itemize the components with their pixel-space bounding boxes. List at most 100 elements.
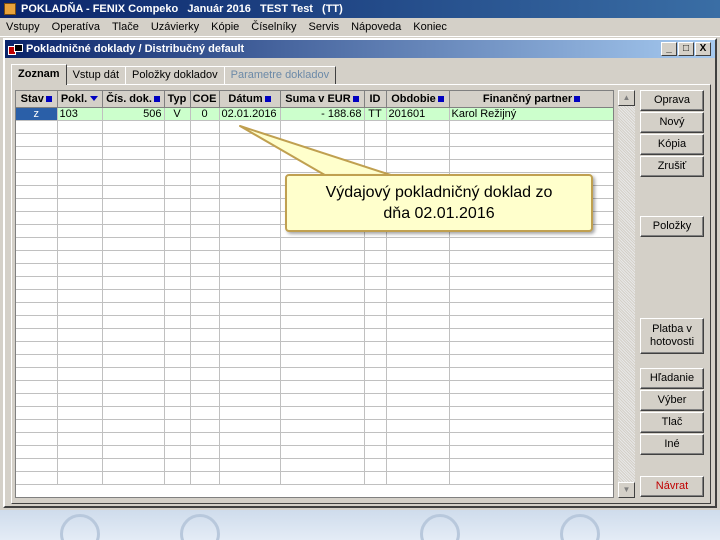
cell-empty[interactable] — [164, 432, 191, 446]
cell-empty[interactable] — [449, 328, 613, 342]
cell-empty[interactable] — [16, 341, 58, 355]
cell-empty[interactable] — [364, 250, 387, 264]
cell-empty[interactable] — [219, 146, 281, 160]
cell-empty[interactable] — [16, 471, 58, 485]
cell-empty[interactable] — [280, 432, 365, 446]
cell-empty[interactable] — [164, 146, 191, 160]
cell-empty[interactable] — [280, 133, 365, 147]
column-header-datum[interactable]: Dátum — [219, 91, 281, 108]
cell-empty[interactable] — [219, 276, 281, 290]
cell-empty[interactable] — [280, 159, 365, 173]
cell-empty[interactable] — [57, 419, 103, 433]
cell-empty[interactable] — [190, 120, 220, 134]
cell-empty[interactable] — [219, 419, 281, 433]
cell-empty[interactable] — [57, 133, 103, 147]
cell-empty[interactable] — [57, 406, 103, 420]
vyber-button[interactable]: Výber — [640, 390, 704, 411]
cell-empty[interactable] — [102, 185, 165, 199]
cell-empty[interactable] — [57, 432, 103, 446]
cell-empty[interactable] — [449, 432, 613, 446]
cell-empty[interactable] — [449, 458, 613, 472]
documents-grid[interactable]: Stav Pokl. Čís. dok. Typ COE Dátum Suma … — [15, 90, 614, 498]
cell-empty[interactable] — [57, 159, 103, 173]
cell-empty[interactable] — [219, 133, 281, 147]
cell-empty[interactable] — [16, 432, 58, 446]
cell-empty[interactable] — [219, 211, 281, 225]
cell-empty[interactable] — [280, 393, 365, 407]
table-row-empty[interactable] — [16, 263, 613, 277]
cell-partner[interactable]: Karol Režijný — [449, 107, 613, 121]
cell-empty[interactable] — [386, 354, 450, 368]
tab-zoznam[interactable]: Zoznam — [11, 64, 67, 85]
cell-empty[interactable] — [57, 471, 103, 485]
cell-empty[interactable] — [57, 250, 103, 264]
cell-empty[interactable] — [449, 406, 613, 420]
cell-empty[interactable] — [219, 315, 281, 329]
cell-suma[interactable]: - 188.68 — [280, 107, 365, 121]
cell-empty[interactable] — [57, 315, 103, 329]
cell-empty[interactable] — [57, 263, 103, 277]
cell-empty[interactable] — [364, 419, 387, 433]
column-header-obdobie[interactable]: Obdobie — [386, 91, 450, 108]
cell-empty[interactable] — [449, 133, 613, 147]
cell-empty[interactable] — [16, 380, 58, 394]
cell-empty[interactable] — [364, 237, 387, 251]
cell-empty[interactable] — [364, 146, 387, 160]
cell-empty[interactable] — [219, 380, 281, 394]
cell-empty[interactable] — [386, 250, 450, 264]
cell-empty[interactable] — [57, 302, 103, 316]
cell-empty[interactable] — [16, 185, 58, 199]
column-header-pokl[interactable]: Pokl. — [57, 91, 103, 108]
cell-empty[interactable] — [386, 432, 450, 446]
cell-empty[interactable] — [190, 276, 220, 290]
cell-empty[interactable] — [102, 263, 165, 277]
cell-empty[interactable] — [57, 237, 103, 251]
cell-empty[interactable] — [16, 276, 58, 290]
cell-empty[interactable] — [280, 146, 365, 160]
novy-button[interactable]: Nový — [640, 112, 704, 133]
cell-empty[interactable] — [364, 159, 387, 173]
cell-empty[interactable] — [219, 237, 281, 251]
cell-empty[interactable] — [190, 367, 220, 381]
cell-empty[interactable] — [164, 185, 191, 199]
cell-empty[interactable] — [280, 341, 365, 355]
hladanie-button[interactable]: Hľadanie — [640, 368, 704, 389]
cell-datum[interactable]: 02.01.2016 — [219, 107, 281, 121]
table-row-empty[interactable] — [16, 393, 613, 407]
cell-empty[interactable] — [16, 393, 58, 407]
cell-empty[interactable] — [190, 445, 220, 459]
cell-empty[interactable] — [102, 367, 165, 381]
cell-empty[interactable] — [16, 159, 58, 173]
cell-empty[interactable] — [16, 445, 58, 459]
cell-id[interactable]: TT — [364, 107, 387, 121]
cell-empty[interactable] — [386, 471, 450, 485]
cell-empty[interactable] — [364, 432, 387, 446]
cell-empty[interactable] — [102, 458, 165, 472]
cell-empty[interactable] — [57, 445, 103, 459]
cell-empty[interactable] — [190, 406, 220, 420]
cell-empty[interactable] — [190, 159, 220, 173]
cell-empty[interactable] — [386, 393, 450, 407]
cell-empty[interactable] — [190, 302, 220, 316]
cell-empty[interactable] — [102, 198, 165, 212]
cell-empty[interactable] — [102, 133, 165, 147]
cell-pokl[interactable]: 103 — [57, 107, 103, 121]
cell-empty[interactable] — [449, 380, 613, 394]
cell-empty[interactable] — [364, 328, 387, 342]
cell-empty[interactable] — [16, 458, 58, 472]
cell-empty[interactable] — [280, 458, 365, 472]
vertical-scrollbar[interactable]: ▲ ▼ — [618, 90, 635, 498]
cell-empty[interactable] — [190, 419, 220, 433]
cell-empty[interactable] — [219, 445, 281, 459]
cell-empty[interactable] — [57, 276, 103, 290]
cell-empty[interactable] — [164, 367, 191, 381]
cell-empty[interactable] — [364, 315, 387, 329]
cell-empty[interactable] — [364, 120, 387, 134]
cell-empty[interactable] — [386, 302, 450, 316]
cell-empty[interactable] — [164, 159, 191, 173]
cell-empty[interactable] — [16, 146, 58, 160]
cell-empty[interactable] — [57, 224, 103, 238]
cell-empty[interactable] — [219, 250, 281, 264]
cell-empty[interactable] — [16, 406, 58, 420]
cell-empty[interactable] — [386, 445, 450, 459]
